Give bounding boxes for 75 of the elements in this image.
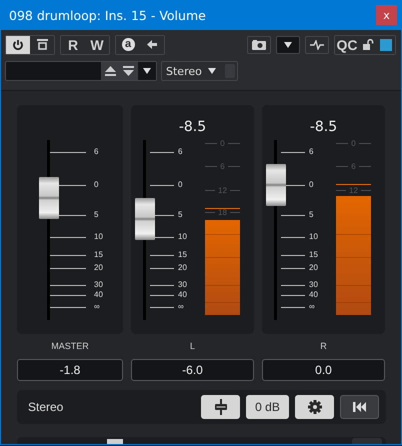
previous-preset-icon[interactable]: [101, 62, 120, 80]
meter-scale-label: 0: [220, 138, 225, 148]
scale-label: 0: [178, 179, 182, 191]
caret-icon: [208, 68, 216, 74]
peak-readout: -8.5: [178, 119, 206, 135]
scale-label: 15: [94, 249, 103, 262]
scale-label: 0: [94, 179, 98, 191]
scale-label: 5: [309, 209, 314, 222]
scale-label: ∞: [309, 301, 315, 314]
scale-label: 6: [309, 146, 314, 158]
channel-label: L: [188, 341, 196, 353]
fader-thumb[interactable]: [266, 164, 286, 206]
unlock-icon: [362, 39, 374, 50]
fader-thumb[interactable]: [135, 198, 155, 240]
mode-label: Stereo: [28, 400, 64, 414]
close-button[interactable]: x: [376, 5, 397, 25]
meter-scale-label: 12: [349, 186, 358, 195]
preset-menu-icon[interactable]: [138, 62, 156, 80]
scale-label: 0: [309, 179, 314, 191]
caret-icon: [284, 42, 292, 48]
waveform-button[interactable]: [305, 36, 329, 54]
fader-thumb[interactable]: [39, 176, 59, 219]
scale-label: 10: [178, 231, 187, 244]
fader-button[interactable]: [201, 395, 240, 419]
scale-label: 20: [309, 262, 318, 274]
scale-label: 40: [178, 288, 187, 301]
scale-label: ∞: [94, 301, 100, 314]
scale-label: 40: [309, 288, 318, 301]
scale-label: 6: [178, 146, 182, 158]
scale-label: 10: [94, 231, 103, 244]
channel-dropdown[interactable]: Stereo: [161, 61, 238, 81]
power-icon: [12, 38, 24, 50]
scale-label: 6: [94, 146, 98, 158]
waveform-icon: [310, 40, 324, 50]
qc-button[interactable]: QC: [335, 36, 359, 54]
scale-label: 40: [94, 288, 103, 301]
value-field[interactable]: -6.0: [131, 359, 254, 381]
skip-back-icon: [353, 402, 366, 412]
meter-scale-label: 12: [218, 186, 227, 195]
fader-icon: [214, 399, 226, 415]
scale-label: 10: [309, 231, 318, 244]
value-field[interactable]: 0.0: [262, 359, 385, 381]
camera-icon: [252, 40, 266, 50]
channel-label: R: [319, 341, 328, 353]
color-button[interactable]: [377, 36, 395, 54]
meter-scale-label: 18: [218, 208, 227, 218]
scale-label: 30: [94, 279, 103, 291]
scale-label: ∞: [178, 301, 184, 314]
scale-label: 15: [309, 249, 318, 262]
meter-scale-label: 6: [220, 162, 225, 171]
settings-icon: [308, 400, 322, 414]
preset-field[interactable]: [5, 61, 157, 81]
settings-button[interactable]: [295, 395, 334, 419]
color-swatch-icon: [380, 38, 392, 50]
window-title: 098 drumloop: Ins. 15 - Volume: [9, 8, 206, 22]
meter-scale-label: 6: [351, 162, 356, 171]
arrow-left-icon: [147, 40, 157, 49]
scale-label: 5: [178, 209, 182, 222]
scale-label: 30: [309, 279, 318, 291]
scale-label: 30: [178, 279, 187, 291]
next-preset-icon[interactable]: [119, 62, 138, 80]
scale-label: 15: [178, 249, 187, 262]
value-field[interactable]: -1.8: [17, 359, 123, 381]
snapshot-button[interactable]: [247, 36, 271, 54]
channel-label: MASTER: [50, 341, 90, 353]
power-button[interactable]: [6, 36, 30, 54]
scale-label: 5: [94, 209, 98, 222]
scale-label: 20: [94, 262, 103, 274]
peak-readout: -8.5: [310, 119, 338, 135]
dropdown-button[interactable]: [276, 36, 300, 54]
reset-button[interactable]: [340, 395, 379, 419]
bypass-icon: [36, 39, 48, 50]
scale-label: 20: [178, 262, 187, 274]
gain-button[interactable]: 0 dB: [246, 395, 289, 419]
meter-scale-label: 0: [351, 138, 356, 148]
